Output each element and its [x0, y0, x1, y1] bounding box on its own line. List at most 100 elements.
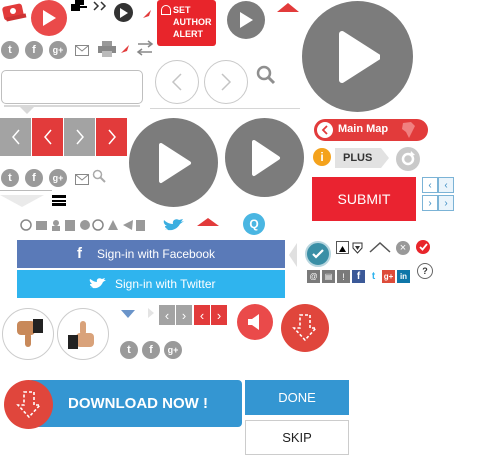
play-button-gray-mid-2[interactable]	[225, 118, 304, 197]
alert-text: SET AUTHOR ALERT	[173, 4, 212, 40]
bookmark-icon[interactable]	[1, 2, 27, 26]
mini-prev-gray[interactable]: ‹	[159, 305, 175, 325]
play-button-small-red[interactable]	[31, 0, 67, 36]
plus-label: PLUS	[343, 152, 373, 164]
next-button-red[interactable]	[96, 118, 127, 156]
right-arrow-light	[148, 308, 154, 318]
small-prev-button-2[interactable]: ‹	[438, 177, 454, 193]
download-now-button[interactable]: DOWNLOAD NOW !	[28, 380, 242, 427]
linkedin-small-icon[interactable]: in	[397, 270, 410, 283]
facebook-small-icon[interactable]: f	[352, 270, 365, 283]
set-author-alert-button[interactable]: SET AUTHOR ALERT	[157, 0, 216, 46]
twitter-signin-button[interactable]: Sign-in with Twitter	[17, 270, 285, 298]
facebook-icon-2[interactable]: f	[25, 169, 43, 187]
facebook-signin-label: Sign-in with Facebook	[97, 247, 216, 261]
submit-button[interactable]: SUBMIT	[312, 177, 416, 221]
play-button-gray-mid-1[interactable]	[129, 118, 218, 207]
done-button[interactable]: DONE	[245, 380, 349, 415]
print-icon[interactable]	[98, 41, 116, 57]
divider-line	[150, 108, 300, 109]
twitter-bird-icon-white	[89, 277, 107, 291]
bell-icon	[161, 5, 171, 15]
small-prev-button-1[interactable]: ‹	[422, 177, 438, 193]
chevron-left-icon	[317, 122, 333, 138]
pointer-icon	[143, 5, 151, 18]
submit-label: SUBMIT	[337, 191, 391, 207]
mini-next-gray[interactable]: ›	[176, 305, 192, 325]
small-next-button-2[interactable]: ›	[438, 195, 454, 211]
download-circle-button[interactable]	[281, 304, 329, 352]
main-map-button[interactable]: Main Map	[314, 119, 428, 141]
mini-next-red[interactable]: ›	[211, 305, 227, 325]
info-icon[interactable]: i	[313, 148, 331, 166]
toolbar-icon-strip	[20, 218, 145, 232]
play-button-gray-medium[interactable]	[227, 1, 265, 39]
refresh-button[interactable]	[396, 147, 420, 171]
google-plus-icon-2[interactable]: g+	[49, 169, 67, 187]
sort-icon[interactable]	[70, 0, 88, 14]
fast-forward-icon[interactable]	[92, 1, 110, 11]
search-q-icon[interactable]: Q	[243, 213, 265, 235]
thumbs-up-button[interactable]	[57, 308, 109, 360]
google-plus-icon[interactable]: g+	[49, 41, 67, 59]
volume-button[interactable]	[237, 304, 273, 340]
close-circle-icon[interactable]: ×	[396, 241, 410, 255]
twitter-small-icon[interactable]: t	[367, 270, 380, 283]
chevron-up-icon[interactable]	[369, 240, 391, 253]
twitter-icon-3[interactable]: t	[120, 341, 138, 359]
chevron-right-circle-button[interactable]	[204, 60, 248, 104]
play-button-dark-small[interactable]	[114, 3, 133, 22]
dropdown-arrow-light	[0, 195, 44, 207]
plus-badge[interactable]: PLUS	[335, 148, 381, 168]
skip-label: SKIP	[282, 430, 312, 445]
email-small-icon[interactable]: @	[307, 270, 320, 283]
india-map-icon	[399, 121, 419, 139]
up-box-icon[interactable]	[336, 241, 349, 254]
mail-icon[interactable]	[75, 43, 89, 56]
mini-prev-red[interactable]: ‹	[194, 305, 210, 325]
side-arrow-icon	[289, 243, 297, 267]
menu-bars-icon[interactable]	[52, 193, 66, 206]
share-arrows-icon[interactable]	[136, 39, 154, 57]
up-arrow-red-icon-2[interactable]	[197, 218, 219, 226]
skip-button[interactable]: SKIP	[245, 420, 349, 455]
thumbs-down-button[interactable]	[2, 308, 54, 360]
next-button-gray[interactable]	[64, 118, 95, 156]
prev-button-gray[interactable]	[0, 118, 31, 156]
facebook-f-icon: f	[77, 245, 82, 262]
divider-gray	[0, 190, 52, 191]
play-button-gray-large[interactable]	[302, 1, 413, 112]
alert-line-1: SET	[173, 5, 191, 15]
check-circle-button[interactable]	[305, 241, 331, 267]
mail-icon-2[interactable]	[75, 172, 89, 185]
twitter-signin-label: Sign-in with Twitter	[115, 277, 216, 291]
facebook-signin-button[interactable]: f Sign-in with Facebook	[17, 240, 285, 268]
alert-small-icon[interactable]: !	[337, 270, 350, 283]
small-social-row: @ ▤ ! f t g+ in	[307, 270, 411, 284]
search-icon[interactable]	[256, 65, 276, 85]
twitter-icon[interactable]: t	[1, 41, 19, 59]
check-red-icon[interactable]	[416, 240, 430, 254]
google-plus-icon-3[interactable]: g+	[164, 341, 182, 359]
small-next-button-1[interactable]: ›	[422, 195, 438, 211]
print-small-icon[interactable]: ▤	[322, 270, 335, 283]
twitter-icon-2[interactable]: t	[1, 169, 19, 187]
tooltip-box	[1, 70, 143, 104]
search-icon-small[interactable]	[92, 169, 106, 183]
tooltip-pointer	[20, 107, 34, 114]
help-icon[interactable]: ?	[417, 263, 433, 279]
dropdown-arrow-blue[interactable]	[121, 310, 135, 318]
alert-line-3: ALERT	[173, 29, 203, 39]
alert-line-2: AUTHOR	[173, 17, 212, 27]
shield-icon[interactable]	[352, 241, 363, 254]
google-small-icon[interactable]: g+	[382, 270, 395, 283]
plus-badge-arrow	[381, 148, 389, 168]
twitter-bird-icon[interactable]	[163, 218, 185, 234]
chevron-left-circle-button[interactable]	[155, 60, 199, 104]
pointer-icon-2	[121, 40, 129, 53]
prev-button-red[interactable]	[32, 118, 63, 156]
facebook-icon-3[interactable]: f	[142, 341, 160, 359]
up-arrow-red-icon[interactable]	[277, 3, 299, 12]
download-arrow-icon	[4, 380, 53, 429]
facebook-icon[interactable]: f	[25, 41, 43, 59]
